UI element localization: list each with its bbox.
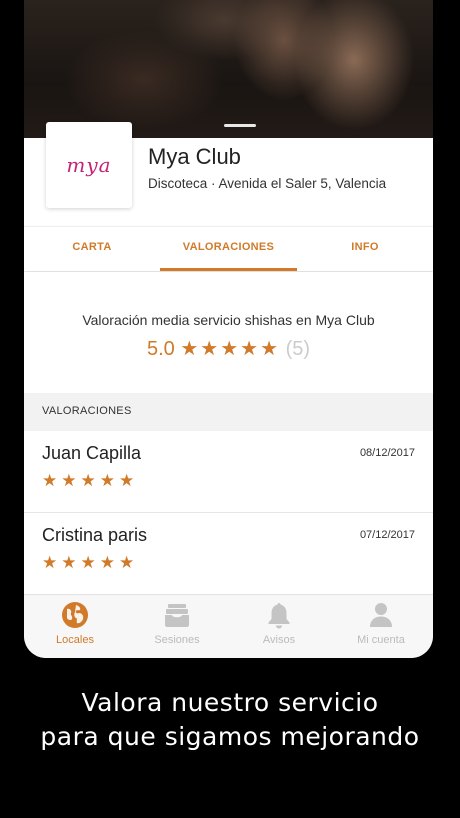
tab-valoraciones[interactable]: VALORACIONES [160,227,297,271]
tagline-line-1: Valora nuestro servicio [81,688,379,717]
review-stars: ★★★★★ [42,553,139,573]
phone-screen: mya Mya Club Discoteca · Avenida el Sale… [24,0,433,658]
average-score: 5.0 [146,338,175,360]
bell-icon [268,603,290,629]
nav-label: Mi cuenta [357,634,405,646]
review-date: 07/12/2017 [359,529,415,541]
venue-logo: mya [46,122,132,208]
nav-label: Avisos [262,634,296,646]
tab-info[interactable]: INFO [297,227,433,271]
venue-name: Mya Club [148,144,241,169]
rating-summary-row: 5.0 ★★★★★ (5) [24,336,433,361]
nav-mi-cuenta[interactable]: Mi cuenta [330,595,432,658]
tagline-line-2: para que sigamos mejorando [40,722,420,751]
tab-bar: CARTA VALORACIONES INFO [24,226,433,271]
rating-summary-title: Valoración media servicio shishas en Mya… [82,312,375,328]
tab-carta[interactable]: CARTA [24,227,160,271]
review-date: 08/12/2017 [359,447,415,459]
average-stars: ★★★★★ [180,338,280,360]
rating-count: (5) [285,338,311,360]
image-pager-indicator[interactable] [224,124,256,127]
nav-label: Locales [56,634,94,646]
rating-summary: Valoración media servicio shishas en Mya… [24,272,433,392]
reviews-section-title: VALORACIONES [42,405,132,417]
review-item[interactable]: Juan Capilla 08/12/2017 ★★★★★ [24,431,433,513]
nav-label: Sesiones [154,634,200,646]
inbox-icon [165,604,189,627]
reviewer-name: Cristina paris [42,525,148,545]
globe-icon [62,602,88,628]
nav-avisos[interactable]: Avisos [228,595,330,658]
venue-logo-text: mya [66,153,112,177]
reviewer-name: Juan Capilla [42,443,142,463]
review-item[interactable]: Cristina paris 07/12/2017 ★★★★★ [24,513,433,595]
nav-sesiones[interactable]: Sesiones [126,595,228,658]
nav-locales[interactable]: Locales [24,595,126,658]
promo-tagline: Valora nuestro servicio para que sigamos… [0,686,460,754]
user-icon [370,603,392,627]
venue-subtitle: Discoteca · Avenida el Saler 5, Valencia [148,176,387,191]
venue-hero-image [24,0,433,138]
reviews-section-header: VALORACIONES [24,393,433,431]
review-stars: ★★★★★ [42,471,139,491]
bottom-navigation: Locales Sesiones Avisos Mi cuenta [24,594,433,658]
